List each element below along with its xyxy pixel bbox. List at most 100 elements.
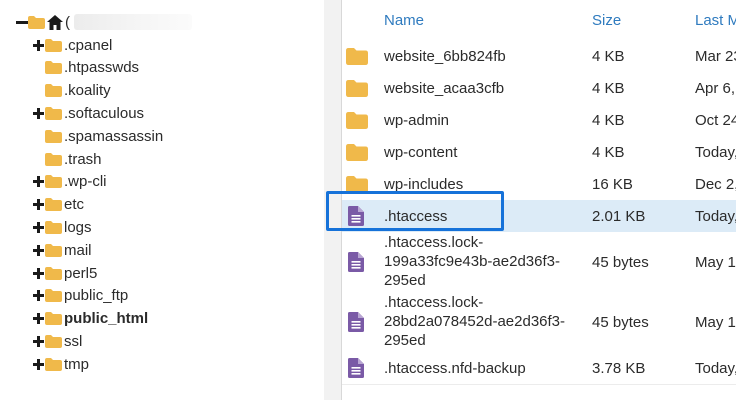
document-icon [348, 252, 364, 272]
tree-item[interactable]: tmp [33, 353, 89, 375]
file-name[interactable]: wp-content [384, 144, 457, 161]
tree-item[interactable]: .wp-cli [33, 171, 107, 193]
file-modified: Today, [695, 207, 736, 225]
file-size: 4 KB [592, 143, 625, 161]
folder-icon [45, 129, 62, 143]
folder-icon [45, 334, 62, 348]
column-header-last-modified[interactable]: Last M [695, 12, 736, 29]
tree-item[interactable]: .koality [33, 80, 111, 102]
tree-item[interactable]: .htpasswds [33, 57, 139, 79]
folder-icon [45, 61, 62, 75]
tree-item[interactable]: etc [33, 194, 84, 216]
file-name[interactable]: .htaccess.lock- 199a33fc9e43b-ae2d36f3- 29… [384, 233, 574, 290]
tree-item[interactable]: .cpanel [33, 34, 112, 56]
file-size: 45 bytes [592, 313, 649, 331]
tree-item[interactable]: mail [33, 239, 92, 261]
plus-icon[interactable] [33, 335, 44, 347]
file-name-line: .htaccess.lock- [384, 294, 484, 311]
folder-row[interactable]: wp-content 4 KB Today, [342, 136, 736, 169]
file-name[interactable]: wp-admin [384, 112, 449, 129]
table-header: Name Size Last M [342, 0, 736, 41]
plus-icon[interactable] [33, 221, 44, 233]
plus-icon[interactable] [33, 176, 44, 188]
file-name[interactable]: .htaccess.nfd-backup [384, 360, 526, 377]
file-modified: May 16 [695, 313, 736, 331]
folder-icon [346, 111, 368, 129]
tree-item[interactable]: logs [33, 216, 92, 238]
column-header-name[interactable]: Name [384, 12, 424, 29]
folder-icon [45, 198, 62, 212]
file-size: 2.01 KB [592, 207, 646, 225]
file-modified: Today, [695, 143, 736, 161]
minus-icon[interactable] [16, 17, 28, 28]
tree-root-label: ( [65, 13, 70, 31]
file-modified: Mar 23 [695, 47, 736, 65]
folder-icon [45, 152, 62, 166]
tree-item[interactable]: public_html [33, 308, 148, 330]
file-name-line: 28bd2a078452d-ae2d36f3- [384, 313, 566, 330]
tree-item-label: .cpanel [64, 36, 113, 54]
tree-item-label: logs [64, 218, 92, 236]
plus-icon[interactable] [33, 290, 44, 302]
file-row[interactable]: .htaccess.nfd-backup 3.78 KB Today, [342, 352, 736, 385]
folder-icon [346, 175, 368, 193]
file-size: 4 KB [592, 111, 625, 129]
file-name-line: 295ed [384, 332, 426, 349]
plus-icon[interactable] [33, 199, 44, 211]
folder-icon [45, 312, 62, 326]
tree-item-label: .koality [64, 82, 111, 100]
folder-icon [346, 47, 368, 65]
folder-icon [45, 243, 62, 257]
folder-icon [45, 175, 62, 189]
folder-icon [45, 266, 62, 280]
document-icon [348, 358, 364, 378]
tree-item-label: public_html [64, 310, 149, 328]
tree-item-label: .softaculous [64, 104, 145, 122]
file-modified: Apr 6, [695, 79, 736, 97]
plus-icon[interactable] [33, 358, 44, 370]
tree-item-label: .trash [64, 150, 102, 168]
folder-row[interactable]: website_acaa3cfb 4 KB Apr 6, [342, 72, 736, 105]
folder-icon [45, 84, 62, 98]
folder-icon [45, 357, 62, 371]
tree-item[interactable]: .trash [33, 148, 102, 170]
tree-item[interactable]: ssl [33, 330, 82, 352]
plus-icon[interactable] [33, 244, 44, 256]
file-row[interactable]: .htaccess.lock- 199a33fc9e43b-ae2d36f3- 29… [342, 232, 736, 293]
file-size: 16 KB [592, 175, 633, 193]
file-size: 4 KB [592, 47, 625, 65]
file-name-line: 295ed [384, 272, 426, 289]
file-size: 4 KB [592, 79, 625, 97]
file-name[interactable]: .htaccess.lock- 28bd2a078452d-ae2d36f3- 29… [384, 293, 574, 350]
file-modified: May 16 [695, 253, 736, 271]
file-name[interactable]: website_6bb824fb [384, 48, 506, 65]
folder-row[interactable]: website_6bb824fb 4 KB Mar 23 [342, 40, 736, 73]
tree-item-label: etc [64, 196, 85, 214]
file-row[interactable]: .htaccess.lock- 28bd2a078452d-ae2d36f3- 29… [342, 292, 736, 353]
plus-icon[interactable] [33, 107, 44, 119]
file-modified: Today, [695, 359, 736, 377]
tree-item[interactable]: public_ftp [33, 285, 128, 307]
column-header-size[interactable]: Size [592, 12, 621, 29]
file-size: 3.78 KB [592, 359, 646, 377]
tree-item[interactable]: .spamassassin [33, 125, 163, 147]
plus-icon[interactable] [33, 267, 44, 279]
document-icon [348, 312, 364, 332]
home-icon [47, 14, 63, 30]
highlight-box [326, 191, 504, 231]
tree-item[interactable]: .softaculous [33, 102, 144, 124]
tree-root[interactable]: ( [16, 11, 192, 33]
plus-icon[interactable] [33, 39, 44, 51]
folder-row[interactable]: wp-admin 4 KB Oct 24 [342, 104, 736, 137]
file-name[interactable]: wp-includes [384, 176, 463, 193]
tree-item-label: perl5 [64, 264, 98, 282]
plus-icon[interactable] [33, 313, 44, 325]
tree-item[interactable]: perl5 [33, 262, 97, 284]
tree-item-label: ssl [64, 332, 83, 350]
file-modified: Dec 2, [695, 175, 736, 193]
folder-icon [346, 143, 368, 161]
file-name[interactable]: website_acaa3cfb [384, 80, 504, 97]
